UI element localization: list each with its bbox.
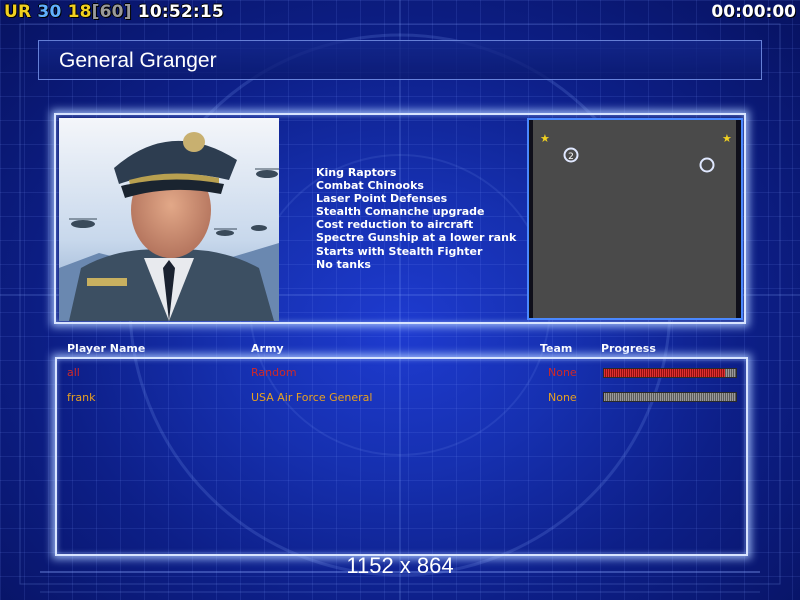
hud-value-18: 18 bbox=[67, 2, 92, 22]
title-bar: General Granger bbox=[38, 40, 762, 80]
player-team: None bbox=[548, 391, 577, 404]
perk-item: Laser Point Defenses bbox=[316, 192, 448, 206]
general-perks-list: King Raptors Combat Chinooks Laser Point… bbox=[316, 166, 516, 271]
hud-clock: 10:52:15 bbox=[137, 2, 224, 22]
ur-label: UR bbox=[4, 2, 32, 22]
hud-value-30: 30 bbox=[37, 2, 62, 22]
progress-bar-fill bbox=[604, 369, 726, 377]
perk-item: Starts with Stealth Fighter bbox=[316, 244, 483, 258]
perk-item: Cost reduction to aircraft bbox=[316, 218, 474, 232]
player-list-panel bbox=[55, 357, 748, 556]
hud-value-60: [60] bbox=[91, 2, 132, 22]
player-name: all bbox=[67, 366, 80, 379]
header-army: Army bbox=[251, 342, 284, 355]
resolution-label: 1152 x 864 bbox=[346, 553, 454, 578]
player-team: None bbox=[548, 366, 577, 379]
perk-item: Spectre Gunship at a lower rank bbox=[316, 231, 517, 245]
player-army: Random bbox=[251, 366, 297, 379]
star-icon: ★ bbox=[722, 132, 732, 145]
perk-item: Combat Chinooks bbox=[316, 179, 424, 193]
start-position-label: 2 bbox=[568, 152, 574, 162]
header-progress: Progress bbox=[601, 342, 656, 355]
header-player-name: Player Name bbox=[67, 342, 146, 355]
header-team: Team bbox=[540, 342, 573, 355]
general-name-title: General Granger bbox=[59, 49, 217, 72]
perk-item: Stealth Comanche upgrade bbox=[316, 205, 485, 219]
game-timer: 00:00:00 bbox=[711, 2, 796, 22]
progress-bar bbox=[603, 368, 737, 378]
player-army: USA Air Force General bbox=[251, 391, 373, 404]
perk-item: No tanks bbox=[316, 257, 371, 271]
progress-bar bbox=[603, 392, 737, 402]
general-portrait bbox=[59, 118, 279, 321]
hud-status: UR 30 18[60] 10:52:15 bbox=[4, 1, 224, 23]
star-icon: ★ bbox=[540, 132, 550, 145]
minimap-markers: ★ ★ 2 bbox=[540, 132, 732, 173]
start-position-2[interactable]: 2 bbox=[563, 147, 579, 163]
player-name: frank bbox=[67, 391, 96, 404]
start-position-empty[interactable] bbox=[699, 157, 715, 173]
perk-item: King Raptors bbox=[316, 166, 397, 179]
